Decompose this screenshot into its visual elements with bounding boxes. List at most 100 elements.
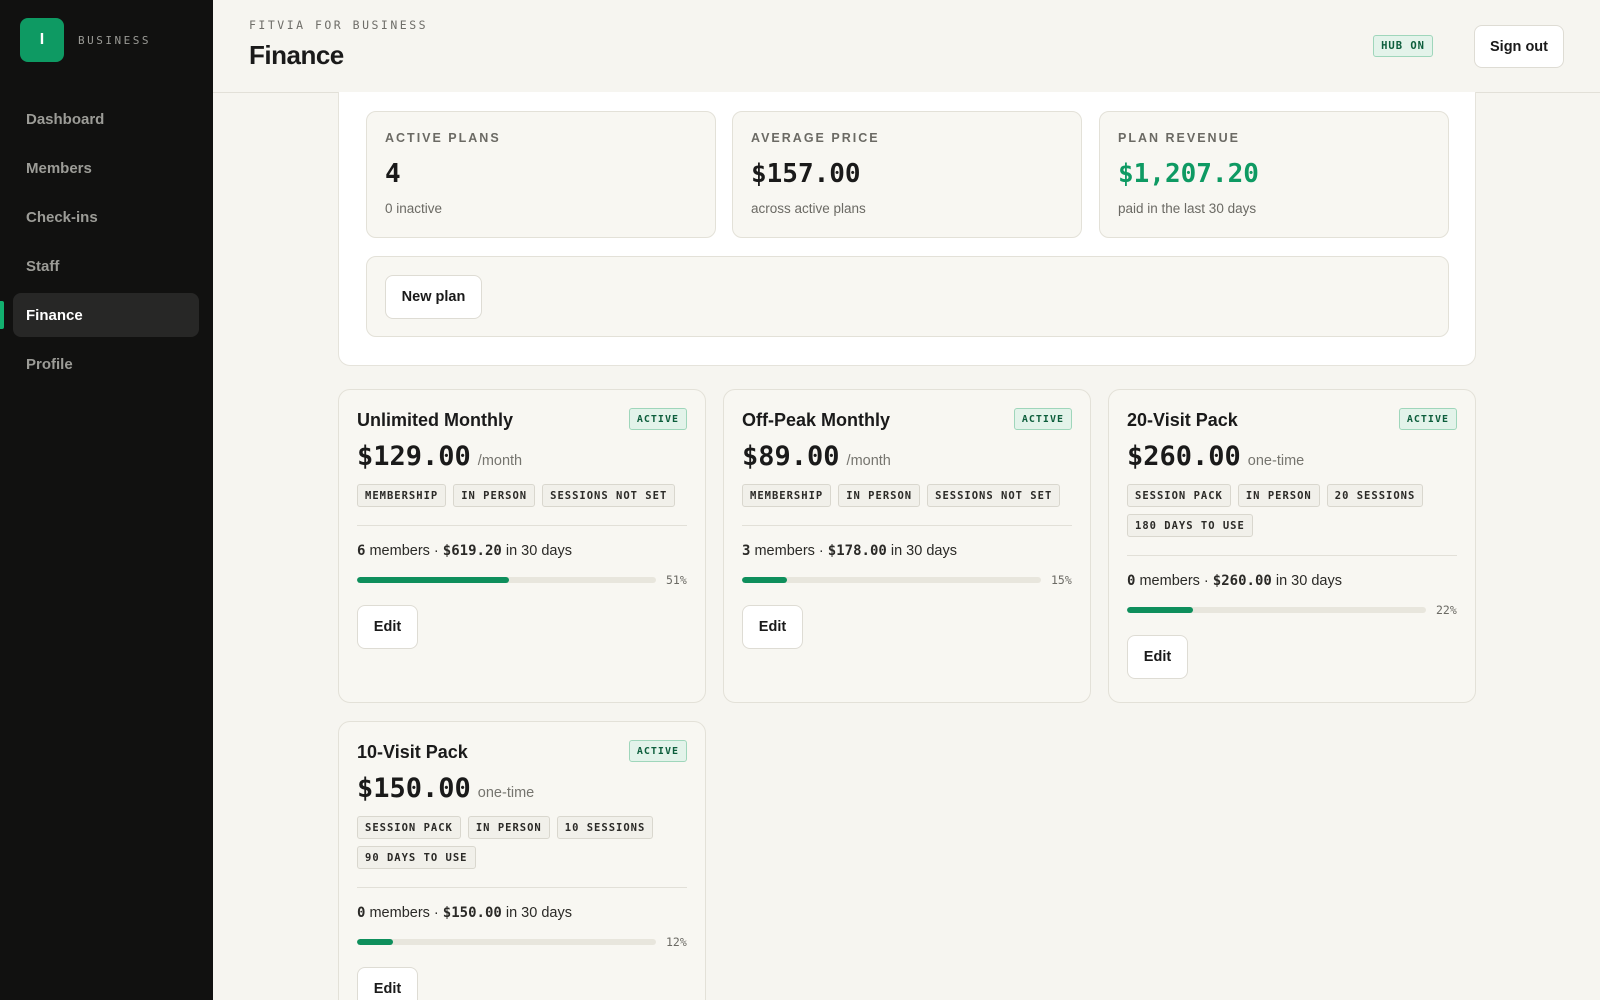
divider (742, 525, 1072, 526)
revenue-share-fill (357, 577, 510, 583)
plan-tag: 90 DAYS TO USE (357, 846, 476, 869)
members-label: members · (1139, 573, 1209, 589)
revenue-share-bar (357, 577, 656, 583)
plan-period: one-time (477, 785, 535, 801)
plan-period: /month (846, 453, 891, 469)
sidebar-item-members[interactable]: Members (13, 146, 199, 190)
plan-tag: SESSION PACK (357, 816, 461, 839)
revenue-share-percent: 12% (666, 935, 687, 949)
plan-card: 20-Visit Pack ACTIVE $260.00 one-time SE… (1108, 389, 1476, 703)
plan-tag: IN PERSON (453, 484, 536, 507)
hub-status-badge: HUB ON (1373, 35, 1433, 57)
members-label: members · (754, 543, 824, 559)
plan-name: 10-Visit Pack (357, 742, 468, 762)
status-badge: ACTIVE (1398, 408, 1457, 430)
sidebar-item-dashboard[interactable]: Dashboard (13, 97, 199, 141)
page-eyebrow: FITVIA FOR BUSINESS (249, 18, 429, 32)
plan-tag: IN PERSON (838, 484, 921, 507)
member-count: 3 (742, 543, 751, 559)
plan-tag: 180 DAYS TO USE (1127, 514, 1253, 537)
active-indicator (0, 301, 4, 329)
plan-usage-summary: 6 members · $619.20 in 30 days (357, 543, 687, 559)
plan-tag: MEMBERSHIP (357, 484, 447, 507)
plan-price: $260.00 (1127, 441, 1241, 472)
revenue-share-percent: 22% (1436, 603, 1457, 617)
plan-price: $89.00 (742, 441, 840, 472)
stat-card-active-plans: ACTIVE PLANS 4 0 inactive (366, 111, 716, 238)
plan-tag: MEMBERSHIP (742, 484, 832, 507)
sidebar-item-finance[interactable]: Finance (0, 293, 199, 337)
revenue-share-percent: 51% (666, 573, 687, 587)
sidebar-item-check-ins[interactable]: Check-ins (13, 195, 199, 239)
divider (357, 887, 687, 888)
sidebar-item-label: Staff (26, 257, 60, 275)
sidebar-item-label: Members (26, 159, 92, 177)
sidebar-item-staff[interactable]: Staff (13, 244, 199, 288)
edit-plan-button[interactable]: Edit (742, 605, 803, 649)
brand-logo[interactable]: I (20, 18, 64, 62)
plan-revenue: $150.00 (442, 905, 502, 921)
sidebar-item-label: Check-ins (26, 208, 98, 226)
plan-actions-bar: New plan (366, 256, 1449, 337)
divider (1127, 555, 1457, 556)
plan-tags: SESSION PACK IN PERSON 10 SESSIONS 90 DA… (357, 816, 687, 869)
revenue-share-bar (742, 577, 1041, 583)
edit-plan-button[interactable]: Edit (1127, 635, 1188, 679)
plan-tags: SESSION PACK IN PERSON 20 SESSIONS 180 D… (1127, 484, 1457, 537)
plan-tag: IN PERSON (467, 816, 550, 839)
plan-name: Unlimited Monthly (357, 410, 513, 430)
plan-tags: MEMBERSHIP IN PERSON SESSIONS NOT SET (742, 484, 1072, 507)
stat-subtext: 0 inactive (385, 201, 443, 216)
sidebar-item-label: Dashboard (26, 110, 105, 128)
plan-period: one-time (1247, 453, 1305, 469)
member-count: 6 (357, 543, 366, 559)
sidebar-item-profile[interactable]: Profile (13, 342, 199, 386)
revenue-label: in 30 days (505, 543, 572, 559)
edit-plan-button[interactable]: Edit (357, 605, 418, 649)
members-label: members · (369, 543, 439, 559)
plan-tag: IN PERSON (1237, 484, 1320, 507)
plan-tag: SESSION PACK (1127, 484, 1231, 507)
revenue-share-fill (357, 939, 393, 945)
page-header: FITVIA FOR BUSINESS Finance HUB ON Sign … (213, 0, 1600, 93)
stat-label: PLAN REVENUE (1118, 131, 1240, 145)
plan-tag: 20 SESSIONS (1326, 484, 1424, 507)
revenue-share-bar (1127, 607, 1426, 613)
stat-label: ACTIVE PLANS (385, 131, 501, 145)
plan-usage-summary: 3 members · $178.00 in 30 days (742, 543, 1072, 559)
sidebar: I BUSINESS Dashboard Members Check-ins S… (0, 0, 213, 1000)
plan-price: $150.00 (357, 773, 471, 804)
stat-subtext: across active plans (751, 201, 866, 216)
status-badge: ACTIVE (628, 408, 687, 430)
status-badge: ACTIVE (628, 740, 687, 762)
member-count: 0 (1127, 573, 1136, 589)
plan-usage-summary: 0 members · $260.00 in 30 days (1127, 573, 1457, 589)
revenue-share-fill (742, 577, 787, 583)
divider (357, 525, 687, 526)
new-plan-button[interactable]: New plan (385, 275, 482, 319)
plan-usage-summary: 0 members · $150.00 in 30 days (357, 905, 687, 921)
plan-card: Off-Peak Monthly ACTIVE $89.00 /month ME… (723, 389, 1091, 703)
revenue-label: in 30 days (890, 543, 957, 559)
revenue-share-percent: 15% (1051, 573, 1072, 587)
sign-out-button[interactable]: Sign out (1474, 25, 1564, 68)
stat-label: AVERAGE PRICE (751, 131, 880, 145)
stat-card-plan-revenue: PLAN REVENUE $1,207.20 paid in the last … (1099, 111, 1449, 238)
plan-revenue: $178.00 (827, 543, 887, 559)
stat-value: 4 (385, 159, 401, 189)
plan-tag: SESSIONS NOT SET (542, 484, 676, 507)
stat-card-average-price: AVERAGE PRICE $157.00 across active plan… (732, 111, 1082, 238)
sidebar-nav: Dashboard Members Check-ins Staff Financ… (0, 97, 199, 391)
sidebar-item-label: Finance (26, 306, 83, 324)
plan-tags: MEMBERSHIP IN PERSON SESSIONS NOT SET (357, 484, 687, 507)
revenue-label: in 30 days (505, 905, 572, 921)
member-count: 0 (357, 905, 366, 921)
plan-price: $129.00 (357, 441, 471, 472)
sidebar-item-label: Profile (26, 355, 73, 373)
plan-tag: SESSIONS NOT SET (927, 484, 1061, 507)
plan-tag: 10 SESSIONS (556, 816, 654, 839)
edit-plan-button[interactable]: Edit (357, 967, 418, 1000)
revenue-label: in 30 days (1275, 573, 1342, 589)
stat-value: $1,207.20 (1118, 159, 1259, 189)
page-title: Finance (249, 40, 344, 70)
